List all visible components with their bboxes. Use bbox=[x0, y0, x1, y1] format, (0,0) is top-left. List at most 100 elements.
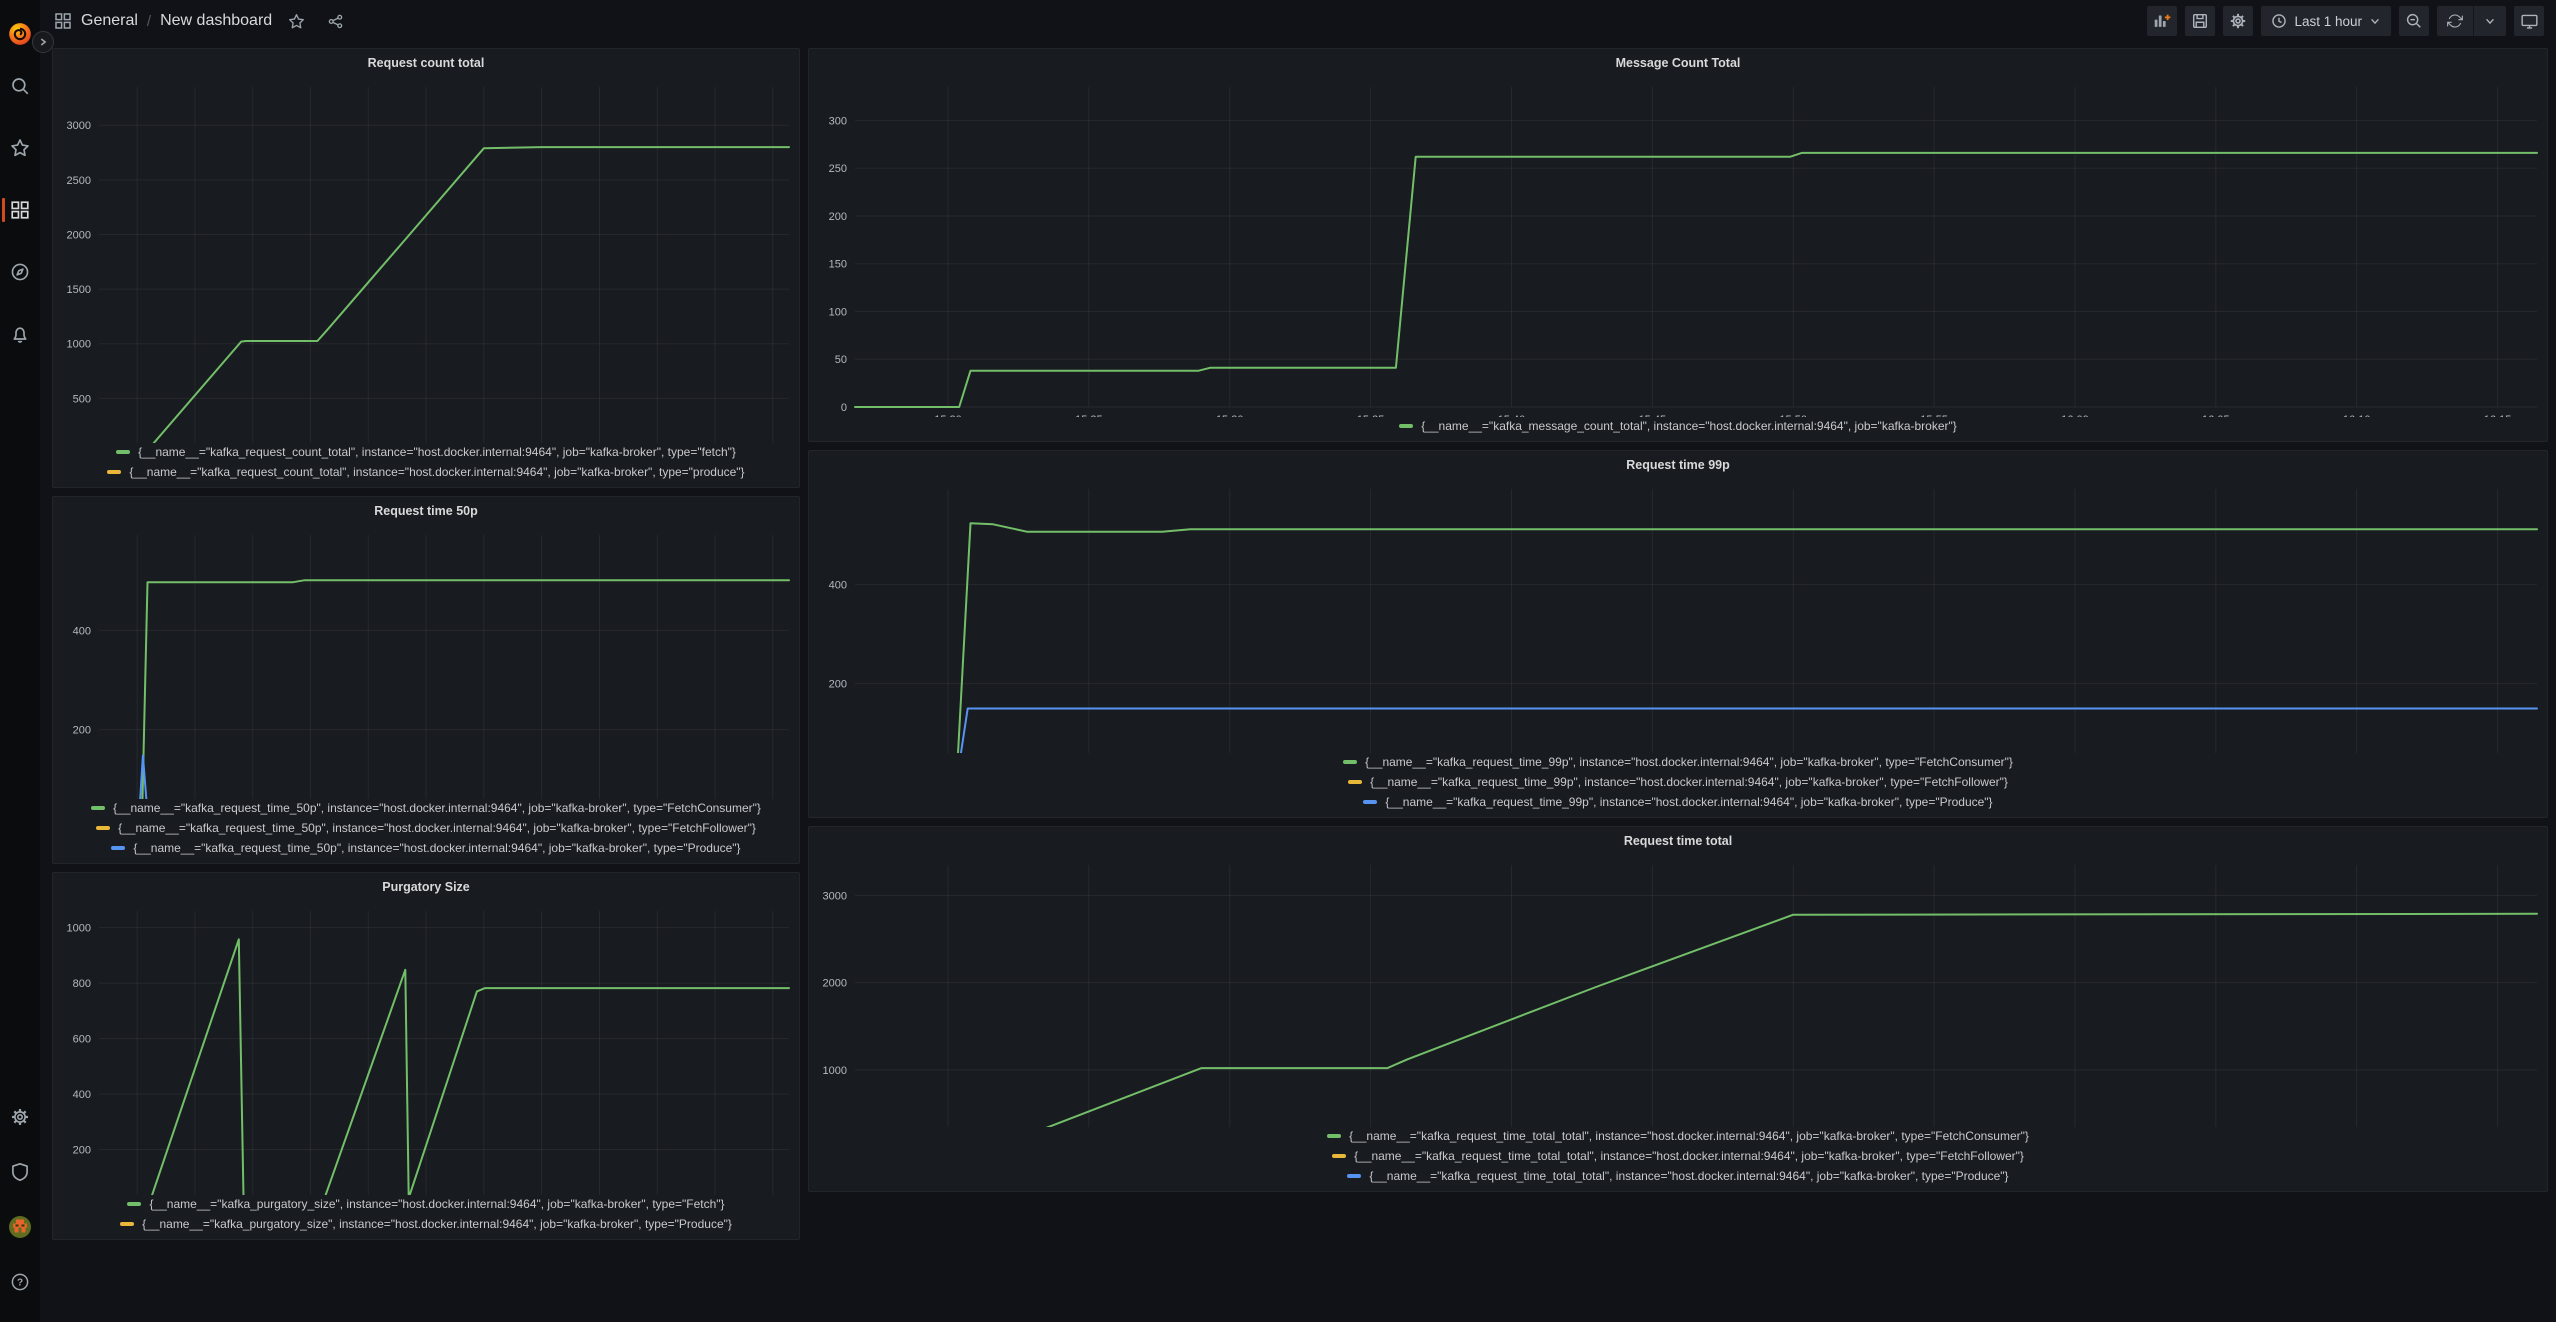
legend-item[interactable]: {__name__="kafka_request_time_99p", inst… bbox=[1343, 755, 2013, 769]
refresh-picker bbox=[2437, 6, 2506, 36]
legend-label: {__name__="kafka_request_time_total_tota… bbox=[1354, 1149, 2024, 1163]
chart-canvas[interactable]: 15:2015:2515:3015:3515:4015:4515:5015:55… bbox=[53, 901, 799, 1195]
apps-icon bbox=[54, 12, 72, 30]
share-icon bbox=[327, 13, 344, 30]
panel-title[interactable]: Request time total bbox=[809, 827, 2547, 855]
breadcrumb-folder[interactable]: General bbox=[81, 12, 138, 30]
legend-item[interactable]: {__name__="kafka_request_time_99p", inst… bbox=[1363, 795, 1992, 809]
add-panel-icon bbox=[2152, 11, 2172, 31]
shield-icon bbox=[10, 1162, 30, 1182]
x-axis-tick-label: 15:35 bbox=[1357, 414, 1385, 417]
y-axis-tick-label: 50 bbox=[835, 354, 847, 366]
chart-canvas[interactable]: 15:2015:2515:3015:3515:4015:4515:5015:55… bbox=[809, 77, 2547, 417]
legend-item[interactable]: {__name__="kafka_purgatory_size", instan… bbox=[127, 1197, 724, 1211]
legend-item[interactable]: {__name__="kafka_request_time_50p", inst… bbox=[96, 821, 756, 835]
chart-area[interactable]: 15:2015:2515:3015:3515:4015:4515:5015:55… bbox=[809, 479, 2547, 753]
chart-canvas[interactable]: 15:2015:2515:3015:3515:4015:4515:5015:55… bbox=[53, 77, 799, 443]
svg-text:?: ? bbox=[17, 1278, 23, 1289]
y-axis-tick-label: 3000 bbox=[67, 120, 91, 132]
chart-canvas[interactable]: 15:2015:2515:3015:3515:4015:4515:5015:55… bbox=[53, 525, 799, 799]
save-dashboard-button[interactable] bbox=[2185, 6, 2215, 36]
y-axis-tick-label: 200 bbox=[73, 1145, 91, 1157]
dashboard-settings-button[interactable] bbox=[2223, 6, 2253, 36]
cycle-view-mode-button[interactable] bbox=[2514, 6, 2544, 36]
sidebar-item-alerting[interactable] bbox=[0, 314, 40, 354]
header-actions: Last 1 hour bbox=[2147, 6, 2544, 36]
chart-area[interactable]: 15:2015:2515:3015:3515:4015:4515:5015:55… bbox=[809, 77, 2547, 417]
panel-title[interactable]: Request time 99p bbox=[809, 451, 2547, 479]
y-axis-tick-label: 3000 bbox=[823, 891, 847, 903]
sidebar-item-dashboards[interactable] bbox=[0, 190, 40, 230]
panel-legend: {__name__="kafka_purgatory_size", instan… bbox=[53, 1195, 799, 1239]
sidebar-item-settings[interactable] bbox=[0, 1097, 40, 1137]
panel-title[interactable]: Request count total bbox=[53, 49, 799, 77]
legend-item[interactable]: {__name__="kafka_request_time_total_tota… bbox=[1332, 1149, 2024, 1163]
legend-item[interactable]: {__name__="kafka_request_time_99p", inst… bbox=[1348, 775, 2008, 789]
panel-title[interactable]: Purgatory Size bbox=[53, 873, 799, 901]
chevron-down-icon bbox=[2484, 15, 2496, 27]
add-panel-button[interactable] bbox=[2147, 6, 2177, 36]
y-axis-tick-label: 500 bbox=[73, 393, 91, 405]
y-axis-tick-label: 0 bbox=[841, 402, 847, 414]
x-axis-tick-label: 16:00 bbox=[2061, 414, 2089, 417]
x-axis-tick-label: 15:30 bbox=[1216, 414, 1244, 417]
zoom-out-icon bbox=[2405, 12, 2423, 30]
gear-icon bbox=[10, 1107, 30, 1127]
legend-swatch bbox=[107, 470, 121, 474]
x-axis-tick-label: 16:05 bbox=[2202, 414, 2230, 417]
panel-request-time-99p: Request time 99p 15:2015:2515:3015:3515:… bbox=[808, 450, 2548, 818]
panel-title[interactable]: Request time 50p bbox=[53, 497, 799, 525]
legend-label: {__name__="kafka_request_count_total", i… bbox=[129, 465, 744, 479]
panel-purgatory-size: Purgatory Size 15:2015:2515:3015:3515:40… bbox=[52, 872, 800, 1240]
refresh-button[interactable] bbox=[2437, 6, 2473, 36]
x-axis-tick-label: 15:20 bbox=[934, 414, 962, 417]
share-dashboard-button[interactable] bbox=[320, 6, 350, 36]
y-axis-tick-label: 1000 bbox=[67, 339, 91, 351]
chart-area[interactable]: 15:2015:2515:3015:3515:4015:4515:5015:55… bbox=[53, 77, 799, 443]
sidebar-item-security[interactable] bbox=[0, 1152, 40, 1192]
panel-request-count-total: Request count total 15:2015:2515:3015:35… bbox=[52, 48, 800, 488]
legend-item[interactable]: {__name__="kafka_request_time_total_tota… bbox=[1327, 1129, 2029, 1143]
legend-item[interactable]: {__name__="kafka_request_count_total", i… bbox=[116, 445, 736, 459]
sidebar-item-search[interactable] bbox=[0, 66, 40, 106]
sidebar-item-explore[interactable] bbox=[0, 252, 40, 292]
panel-legend: {__name__="kafka_request_time_99p", inst… bbox=[809, 753, 2547, 817]
y-axis-tick-label: 100 bbox=[829, 306, 847, 318]
sidebar-item-help[interactable]: ? bbox=[0, 1262, 40, 1302]
legend-item[interactable]: {__name__="kafka_request_time_50p", inst… bbox=[91, 801, 761, 815]
x-axis-tick-label: 15:50 bbox=[1779, 414, 1807, 417]
y-axis-tick-label: 1500 bbox=[67, 284, 91, 296]
chart-canvas[interactable]: 15:2015:2515:3015:3515:4015:4515:5015:55… bbox=[809, 479, 2547, 753]
y-axis-tick-label: 300 bbox=[829, 115, 847, 127]
legend-item[interactable]: {__name__="kafka_request_time_50p", inst… bbox=[111, 841, 740, 855]
sidebar-item-starred[interactable] bbox=[0, 128, 40, 168]
legend-item[interactable]: {__name__="kafka_message_count_total", i… bbox=[1399, 419, 1957, 433]
zoom-out-button[interactable] bbox=[2399, 6, 2429, 36]
x-axis-tick-label: 15:40 bbox=[1498, 414, 1526, 417]
chart-area[interactable]: 15:2015:2515:3015:3515:4015:4515:5015:55… bbox=[809, 855, 2547, 1127]
refresh-interval-button[interactable] bbox=[2474, 6, 2506, 36]
legend-label: {__name__="kafka_message_count_total", i… bbox=[1421, 419, 1957, 433]
time-range-button[interactable]: Last 1 hour bbox=[2261, 6, 2391, 36]
chart-area[interactable]: 15:2015:2515:3015:3515:4015:4515:5015:55… bbox=[53, 525, 799, 799]
panel-title[interactable]: Message Count Total bbox=[809, 49, 2547, 77]
chevron-right-icon bbox=[37, 36, 49, 48]
chart-canvas[interactable]: 15:2015:2515:3015:3515:4015:4515:5015:55… bbox=[809, 855, 2547, 1127]
y-axis-tick-label: 1000 bbox=[823, 1065, 847, 1077]
legend-swatch bbox=[120, 1222, 134, 1226]
grafana-app: ? General / New dashboard bbox=[0, 0, 2556, 1322]
legend-item[interactable]: {__name__="kafka_request_count_total", i… bbox=[107, 465, 744, 479]
series-line-blue bbox=[99, 756, 789, 800]
legend-item[interactable]: {__name__="kafka_request_time_total_tota… bbox=[1347, 1169, 2008, 1183]
breadcrumb-dashboard-title[interactable]: New dashboard bbox=[160, 12, 272, 30]
panel-request-time-50p: Request time 50p 15:2015:2515:3015:3515:… bbox=[52, 496, 800, 864]
star-dashboard-button[interactable] bbox=[281, 6, 311, 36]
y-axis-tick-label: 150 bbox=[829, 259, 847, 271]
y-axis-tick-label: 2000 bbox=[823, 978, 847, 990]
chart-area[interactable]: 15:2015:2515:3015:3515:4015:4515:5015:55… bbox=[53, 901, 799, 1195]
panel-legend: {__name__="kafka_request_time_total_tota… bbox=[809, 1127, 2547, 1191]
breadcrumb: General / New dashboard bbox=[54, 6, 350, 36]
sidebar-expand-button[interactable] bbox=[32, 31, 54, 53]
legend-item[interactable]: {__name__="kafka_purgatory_size", instan… bbox=[120, 1217, 732, 1231]
sidebar-item-profile[interactable] bbox=[0, 1207, 40, 1247]
